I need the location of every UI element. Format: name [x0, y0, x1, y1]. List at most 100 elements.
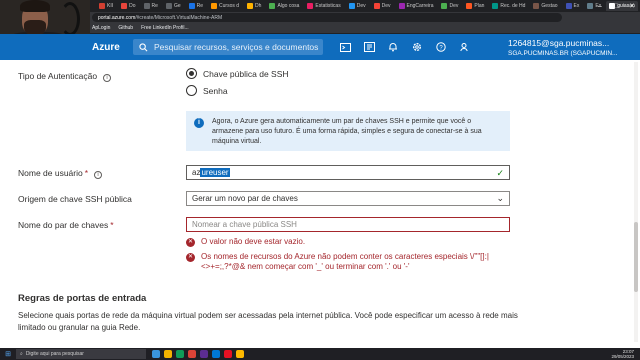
keypair-label: Nome do par de chaves *	[18, 220, 114, 230]
taskbar-app-icon[interactable]	[176, 350, 184, 358]
browser-tab[interactable]: Rec. de Hd	[489, 1, 528, 11]
gear-icon[interactable]	[410, 40, 424, 54]
tab-favicon-icon	[247, 3, 254, 9]
taskbar-search[interactable]: ⌕ Digite aqui para pesquisar	[16, 349, 146, 359]
taskbar-app-icon[interactable]	[188, 350, 196, 358]
tab-favicon-icon	[348, 3, 355, 9]
tab-favicon-icon	[466, 3, 473, 9]
error-empty: ✕ O valor não deve estar vazio.	[186, 237, 306, 247]
tab-label: Algo cosa	[277, 3, 300, 9]
tab-favicon-icon	[269, 3, 276, 9]
tab-favicon-icon	[211, 3, 218, 9]
tab-favicon-icon	[441, 3, 448, 9]
scrollbar-thumb[interactable]	[634, 222, 638, 292]
error-icon: ✕	[186, 253, 195, 262]
tab-favicon-icon	[121, 3, 128, 9]
browser-tab-strip: KII Do Re Ge Re Cursos d Dh Algo cosa Estatistic…	[0, 0, 640, 12]
bookmarks-bar: ApLogin Github Free LinkedIn Profil...	[0, 23, 640, 34]
tab-label: Dev	[449, 3, 459, 9]
page-scrollbar[interactable]	[634, 62, 638, 342]
address-host: portal.azure.com	[98, 14, 136, 21]
tab-label: Dev	[356, 3, 366, 9]
browser-tab[interactable]: Dh	[244, 1, 264, 11]
browser-tab[interactable]: Algo cosa	[266, 1, 302, 11]
windows-start-icon[interactable]: ⊞	[0, 348, 16, 360]
browser-tab[interactable]: EngCarreira	[396, 1, 437, 11]
taskbar-app-icon[interactable]	[224, 350, 232, 358]
tab-favicon-icon	[492, 3, 499, 9]
keypair-placeholder: Nomear a chave pública SSH	[192, 220, 297, 229]
bookmark-item[interactable]: Github	[118, 25, 133, 31]
chevron-down-icon: ⌄	[496, 193, 504, 203]
taskbar-app-icon[interactable]	[200, 350, 208, 358]
account-info[interactable]: 1264815@sga.pucminas... SGA.PUCMINAS.BR …	[508, 38, 640, 57]
username-input[interactable]: az ureuser ✓	[186, 165, 510, 180]
browser-tab[interactable]: Ex	[563, 1, 583, 11]
tab-label: Dev	[381, 3, 391, 9]
browser-tab[interactable]: Re	[141, 1, 161, 11]
info-icon[interactable]: i	[103, 74, 112, 82]
bell-icon[interactable]	[386, 40, 400, 54]
browser-tab[interactable]: Dev	[371, 1, 394, 11]
tab-label: Do	[129, 3, 136, 9]
radio-ssh-key[interactable]: Chave pública de SSH	[186, 68, 289, 79]
browser-tab[interactable]: Cursos d	[208, 1, 242, 11]
tab-favicon-icon	[565, 3, 572, 9]
tab-label: Re	[196, 3, 204, 9]
radio-password[interactable]: Senha	[186, 85, 228, 96]
account-directory: SGA.PUCMINAS.BR (SGAPUCMIN...	[508, 50, 618, 57]
feedback-icon[interactable]	[458, 40, 472, 54]
tab-favicon-icon	[398, 3, 405, 9]
taskbar-app-icon[interactable]	[152, 350, 160, 358]
info-icon: i	[194, 118, 204, 128]
ports-section-title: Regras de portas de entrada	[18, 293, 147, 304]
taskbar-apps	[152, 350, 244, 358]
error-icon: ✕	[186, 238, 195, 247]
cloud-shell-icon[interactable]	[338, 40, 352, 54]
tab-label: Ex	[573, 3, 580, 9]
bookmark-item[interactable]: ApLogin	[92, 25, 110, 31]
close-icon[interactable]: ✕	[624, 0, 640, 12]
taskbar-app-icon[interactable]	[236, 350, 244, 358]
address-bar[interactable]: portal.azure.com /#create/Microsoft.Virt…	[92, 13, 562, 22]
browser-tab[interactable]: Plan	[463, 1, 487, 11]
radio-selected-icon[interactable]	[186, 68, 197, 79]
browser-tab[interactable]: Re	[186, 1, 206, 11]
azure-top-bar: Azure Pesquisar recursos, serviços e doc…	[0, 34, 640, 60]
tab-label: Re	[151, 3, 158, 9]
search-icon	[139, 42, 148, 51]
maximize-icon[interactable]: □	[608, 0, 624, 12]
browser-tab[interactable]: Dev	[346, 1, 369, 11]
info-icon[interactable]: i	[94, 171, 103, 179]
help-icon[interactable]: ?	[434, 40, 448, 54]
directory-filter-icon[interactable]	[362, 40, 376, 54]
search-box[interactable]: Pesquisar recursos, serviços e documento…	[133, 39, 323, 55]
keypair-input[interactable]: Nomear a chave pública SSH	[186, 217, 510, 232]
browser-tab[interactable]: KII	[96, 1, 116, 11]
browser-tab[interactable]: Do	[118, 1, 138, 11]
tab-favicon-icon	[165, 3, 172, 9]
address-path: /#create/Microsoft.VirtualMachine-ARM	[135, 14, 223, 21]
address-bar-row: portal.azure.com /#create/Microsoft.Virt…	[0, 12, 640, 23]
minimize-icon[interactable]: –	[592, 0, 608, 12]
info-banner: i Agora, o Azure gera automaticamente um…	[186, 111, 510, 151]
browser-tab[interactable]: Estatisticas	[304, 1, 343, 11]
info-banner-text: Agora, o Azure gera automaticamente um p…	[212, 118, 482, 145]
azure-brand[interactable]: Azure	[92, 42, 120, 53]
tab-label: Cursos d	[219, 3, 240, 9]
windows-taskbar: ⊞ ⌕ Digite aqui para pesquisar 23:07 29/…	[0, 348, 640, 360]
browser-tab[interactable]: Ge	[163, 1, 184, 11]
ssh-source-select[interactable]: Gerar um novo par de chaves ⌄	[186, 191, 510, 206]
search-placeholder: Pesquisar recursos, serviços e documento…	[154, 42, 319, 52]
bookmark-item[interactable]: Free LinkedIn Profil...	[141, 25, 189, 31]
browser-tab[interactable]: Dev	[438, 1, 461, 11]
error-invalid-chars: ✕ Os nomes de recursos do Azure não pode…	[186, 252, 489, 271]
taskbar-app-icon[interactable]	[212, 350, 220, 358]
taskbar-app-icon[interactable]	[164, 350, 172, 358]
radio-empty-icon[interactable]	[186, 85, 197, 96]
browser-tab[interactable]: Gestao	[530, 1, 560, 11]
tab-label: Estatisticas	[315, 3, 341, 9]
tab-label: Gestao	[541, 3, 558, 9]
tab-favicon-icon	[533, 3, 540, 9]
tab-favicon-icon	[143, 3, 150, 9]
